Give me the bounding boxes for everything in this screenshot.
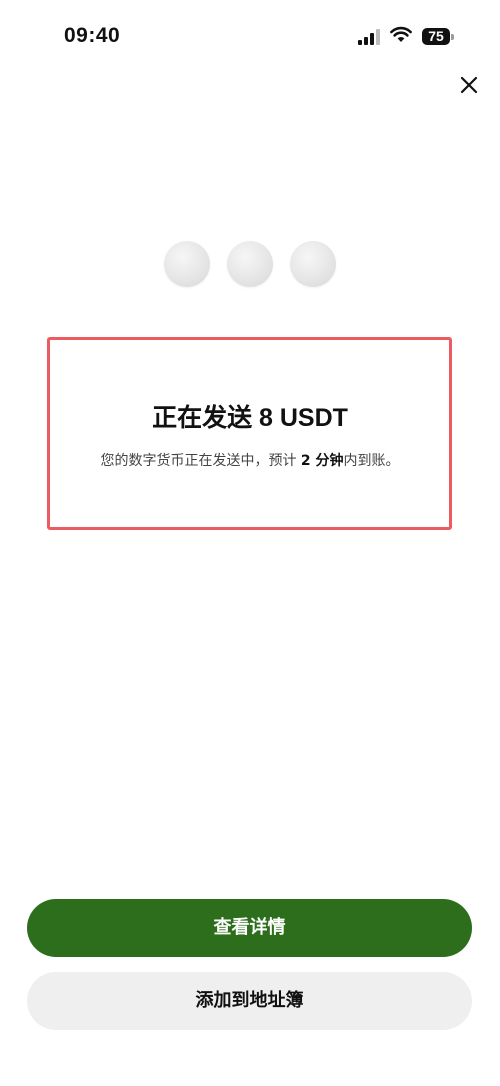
eta-value: 2 分钟	[300, 453, 344, 469]
close-button[interactable]	[456, 72, 482, 98]
status-message: 您的数字货币正在发送中，预计 2 分钟内到账。	[0, 450, 500, 470]
add-to-address-book-button[interactable]: 添加到地址簿	[27, 972, 472, 1030]
subtitle-prefix: 您的数字货币正在发送中，预计	[100, 453, 301, 469]
battery-level: 75	[422, 28, 450, 45]
close-icon	[460, 76, 478, 94]
wifi-icon	[390, 26, 412, 47]
subtitle-suffix: 内到账。	[343, 453, 400, 469]
battery-icon: 75	[422, 28, 454, 45]
loading-dot	[227, 241, 273, 287]
loading-dot	[164, 241, 210, 287]
loading-dot	[290, 241, 336, 287]
signal-icon	[358, 28, 380, 45]
status-bar: 09:40 75	[0, 0, 500, 70]
status-time: 09:40	[64, 24, 121, 47]
page-title: 正在发送 8 USDT	[152, 404, 348, 432]
view-details-button[interactable]: 查看详情	[27, 899, 472, 957]
loading-indicator	[164, 241, 336, 287]
status-icons: 75	[358, 26, 454, 47]
